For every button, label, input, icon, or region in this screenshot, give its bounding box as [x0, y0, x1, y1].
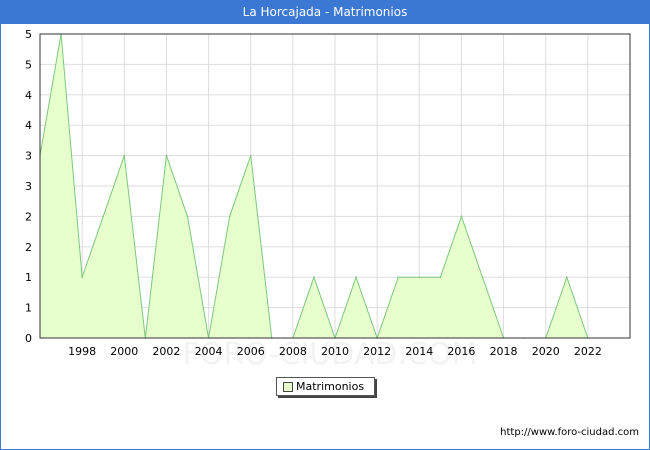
x-tick-label: 2006 [237, 345, 265, 358]
data-point [186, 215, 189, 218]
y-tick-label: 0 [25, 332, 32, 345]
data-point [249, 154, 252, 157]
data-point [418, 276, 421, 279]
x-tick-label: 2004 [195, 345, 223, 358]
data-point [313, 276, 315, 279]
y-tick-label: 2 [25, 210, 32, 223]
y-tick-label: 1 [25, 302, 32, 315]
x-tick-label: 2020 [532, 345, 560, 358]
x-tick-label: 1998 [68, 345, 96, 358]
x-tick-label: 2000 [110, 345, 138, 358]
x-tick-label: 2008 [279, 345, 307, 358]
x-tick-label: 2012 [363, 345, 391, 358]
y-tick-label: 2 [25, 241, 32, 254]
y-tick-label: 1 [25, 271, 32, 284]
y-tick-label: 4 [25, 119, 32, 132]
data-point [228, 215, 231, 218]
x-tick-label: 2016 [447, 345, 475, 358]
y-tick-label: 3 [25, 180, 32, 193]
data-point [165, 154, 168, 157]
y-tick-label: 5 [25, 28, 32, 41]
x-axis-ticks: 1998 2000 2002 2004 2006 2008 2010 2012 2014 2016… [68, 345, 602, 358]
data-point [123, 154, 126, 157]
x-tick-label: 2014 [405, 345, 433, 358]
x-tick-label: 2018 [490, 345, 518, 358]
legend-label: Matrimonios [296, 380, 365, 393]
data-point [439, 276, 442, 279]
x-tick-label: 2022 [574, 345, 602, 358]
data-point [481, 276, 484, 279]
data-point [397, 276, 400, 279]
source-url: http://www.foro-ciudad.com [500, 427, 639, 438]
data-point [102, 215, 105, 218]
legend-swatch [283, 382, 293, 392]
x-tick-label: 2010 [321, 345, 349, 358]
y-tick-label: 4 [25, 89, 32, 102]
y-tick-label: 3 [25, 150, 32, 163]
legend: Matrimonios [276, 377, 375, 396]
y-tick-label: 5 [25, 58, 32, 71]
data-point [81, 276, 83, 279]
data-point [565, 276, 568, 279]
y-axis-ticks: 0 1 1 2 2 3 3 4 4 5 5 [25, 28, 32, 345]
x-tick-label: 2002 [152, 345, 180, 358]
data-point [355, 276, 357, 279]
data-point [460, 215, 463, 218]
